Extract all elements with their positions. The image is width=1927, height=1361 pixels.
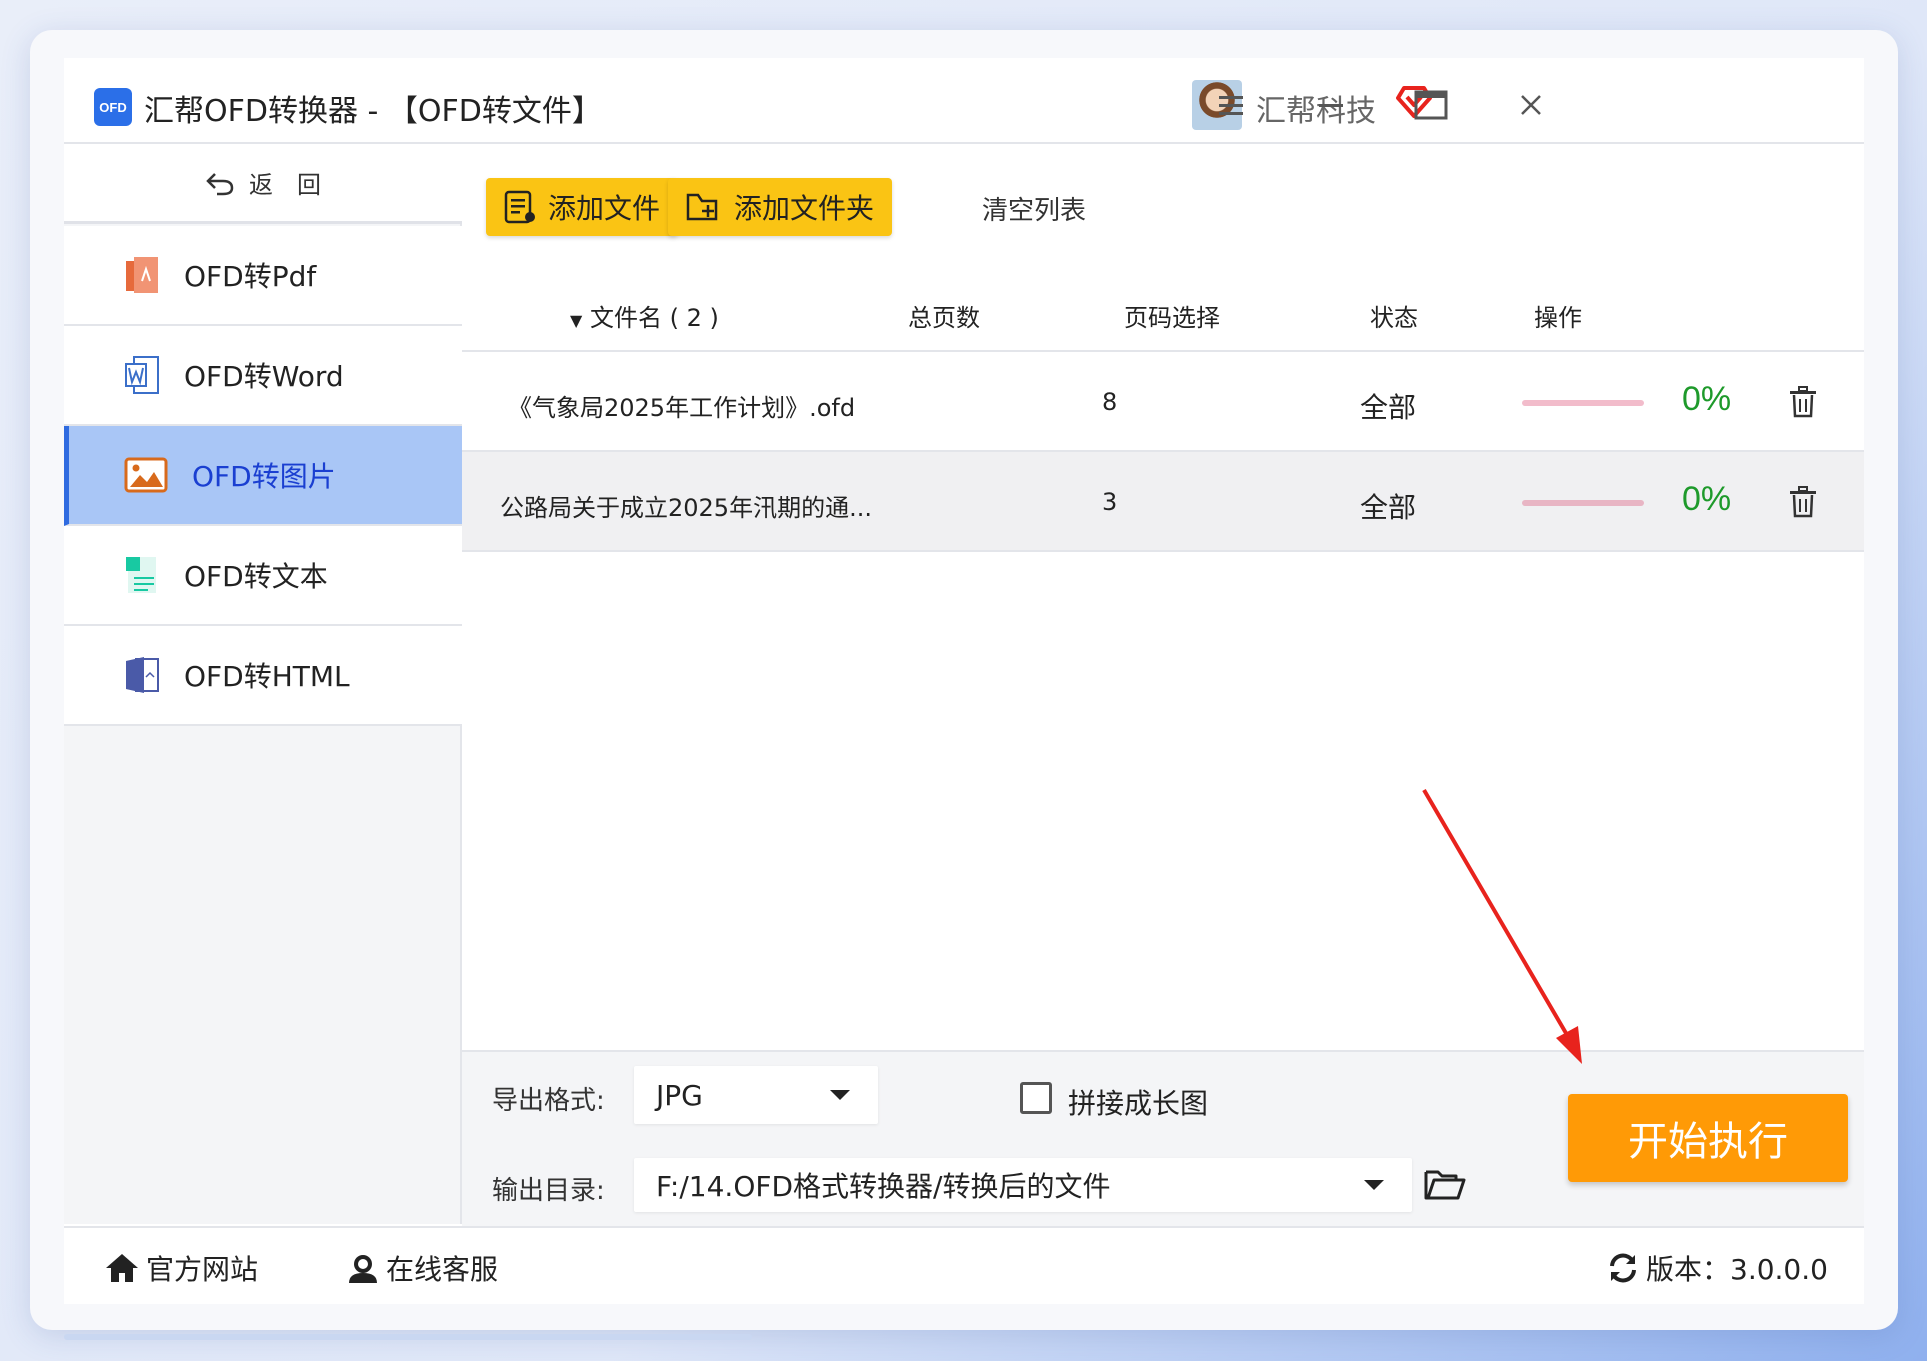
add-file-label: 添加文件 bbox=[548, 192, 661, 225]
sidebar-item-ofd-to-pdf[interactable]: OFD转Pdf bbox=[64, 226, 462, 326]
image-icon bbox=[124, 457, 168, 493]
pdf-icon bbox=[126, 257, 158, 293]
table-header: ▼ 文件名 ( 2 ) 总页数 页码选择 状态 操作 bbox=[462, 272, 1864, 352]
row-page-select[interactable]: 全部 bbox=[1360, 386, 1416, 426]
row-filename: 《气象局2025年工作计划》.ofd bbox=[508, 394, 856, 422]
close-button[interactable] bbox=[1506, 80, 1556, 130]
start-button[interactable]: 开始执行 bbox=[1568, 1094, 1848, 1182]
version-text: 版本：3.0.0.0 bbox=[1646, 1253, 1828, 1286]
title-bar: OFD 汇帮OFD转换器 - 【OFD转文件】 汇帮科技 bbox=[64, 58, 1864, 144]
row-pages: 8 bbox=[1102, 388, 1118, 416]
menu-button[interactable] bbox=[1206, 80, 1256, 130]
footer: 官方网站 在线客服 版本：3.0.0.0 bbox=[64, 1226, 1864, 1304]
chevron-down-icon bbox=[830, 1090, 850, 1100]
row-filename: 公路局关于成立2025年汛期的通... bbox=[500, 494, 872, 522]
progress-bar bbox=[1522, 400, 1644, 406]
column-action: 操作 bbox=[1534, 304, 1582, 332]
sidebar-item-ofd-to-image[interactable]: OFD转图片 bbox=[64, 426, 462, 526]
minimize-icon bbox=[1319, 104, 1343, 107]
open-folder-icon[interactable] bbox=[1424, 1166, 1466, 1202]
horizontal-scrollbar[interactable] bbox=[64, 1334, 752, 1340]
sidebar-item-label: OFD转图片 bbox=[192, 460, 336, 493]
column-status: 状态 bbox=[1370, 304, 1418, 332]
app-title: 汇帮OFD转换器 - 【OFD转文件】 bbox=[144, 94, 602, 129]
sort-desc-icon: ▼ bbox=[570, 311, 583, 330]
clear-list-button[interactable]: 清空列表 bbox=[982, 190, 1086, 227]
format-select[interactable]: JPG bbox=[634, 1066, 878, 1124]
output-dir-label: 输出目录: bbox=[492, 1176, 605, 1206]
back-label: 返 回 bbox=[249, 171, 321, 199]
back-arrow-icon bbox=[206, 172, 234, 195]
add-folder-icon bbox=[686, 193, 718, 221]
sidebar-item-label: OFD转文本 bbox=[184, 560, 328, 593]
maximize-icon bbox=[1414, 90, 1448, 120]
menu-icon bbox=[1219, 96, 1243, 115]
version-info: 版本：3.0.0.0 bbox=[1606, 1248, 1828, 1288]
html-icon bbox=[126, 657, 159, 693]
support-link[interactable]: 在线客服 bbox=[346, 1248, 498, 1288]
app-window: OFD 汇帮OFD转换器 - 【OFD转文件】 汇帮科技 返 回 OFD转Pdf… bbox=[64, 58, 1864, 1304]
column-filename[interactable]: ▼ 文件名 ( 2 ) bbox=[570, 298, 719, 333]
chevron-down-icon bbox=[1364, 1180, 1384, 1190]
sidebar-item-ofd-to-text[interactable]: OFD转文本 bbox=[64, 526, 462, 626]
sidebar-item-label: OFD转HTML bbox=[184, 660, 350, 693]
format-value: JPG bbox=[656, 1078, 703, 1112]
word-icon bbox=[125, 356, 159, 394]
app-logo-icon: OFD bbox=[94, 88, 132, 126]
close-icon bbox=[1521, 95, 1541, 115]
column-page-select: 页码选择 bbox=[1124, 304, 1220, 332]
text-icon bbox=[126, 557, 156, 593]
table-row[interactable]: 公路局关于成立2025年汛期的通... 3 全部 0% bbox=[462, 452, 1864, 552]
add-file-button[interactable]: 添加文件 bbox=[486, 178, 679, 236]
home-icon bbox=[106, 1254, 138, 1282]
minimize-button[interactable] bbox=[1306, 80, 1356, 130]
merge-label: 拼接成长图 bbox=[1068, 1087, 1209, 1120]
sidebar-item-label: OFD转Pdf bbox=[184, 260, 317, 293]
refresh-icon[interactable] bbox=[1606, 1252, 1640, 1284]
maximize-button[interactable] bbox=[1406, 80, 1456, 130]
customer-service-icon bbox=[349, 1255, 377, 1283]
trash-icon[interactable] bbox=[1788, 486, 1818, 518]
row-page-select[interactable]: 全部 bbox=[1360, 486, 1416, 526]
progress-bar bbox=[1522, 500, 1644, 506]
sidebar-item-ofd-to-html[interactable]: OFD转HTML bbox=[64, 626, 462, 726]
merge-checkbox[interactable] bbox=[1020, 1082, 1052, 1114]
trash-icon[interactable] bbox=[1788, 386, 1818, 418]
sidebar-item-label: OFD转Word bbox=[184, 360, 344, 393]
sidebar-item-ofd-to-word[interactable]: OFD转Word bbox=[64, 326, 462, 426]
row-pages: 3 bbox=[1102, 488, 1118, 516]
settings-panel: 导出格式: JPG 拼接成长图 输出目录: F:/14.OFD格式转换器/转换后… bbox=[462, 1050, 1864, 1226]
add-folder-button[interactable]: 添加文件夹 bbox=[668, 178, 893, 236]
format-label: 导出格式: bbox=[492, 1086, 605, 1116]
back-button[interactable]: 返 回 bbox=[64, 144, 462, 224]
add-file-icon bbox=[504, 190, 535, 224]
progress-percent: 0% bbox=[1682, 380, 1732, 418]
output-dir-value: F:/14.OFD格式转换器/转换后的文件 bbox=[656, 1170, 1111, 1203]
website-link[interactable]: 官方网站 bbox=[104, 1248, 258, 1288]
add-folder-label: 添加文件夹 bbox=[734, 192, 875, 225]
main-panel: 添加文件 添加文件夹 清空列表 ▼ 文件名 ( 2 ) 总页数 页码选择 状态 … bbox=[462, 144, 1864, 1050]
output-dir-select[interactable]: F:/14.OFD格式转换器/转换后的文件 bbox=[634, 1158, 1412, 1212]
sidebar: 返 回 OFD转Pdf OFD转Word OFD转图片 OFD转文本 OFD转H… bbox=[64, 144, 462, 1224]
progress-percent: 0% bbox=[1682, 480, 1732, 518]
column-pages: 总页数 bbox=[908, 304, 980, 332]
table-row[interactable]: 《气象局2025年工作计划》.ofd 8 全部 0% bbox=[462, 352, 1864, 452]
